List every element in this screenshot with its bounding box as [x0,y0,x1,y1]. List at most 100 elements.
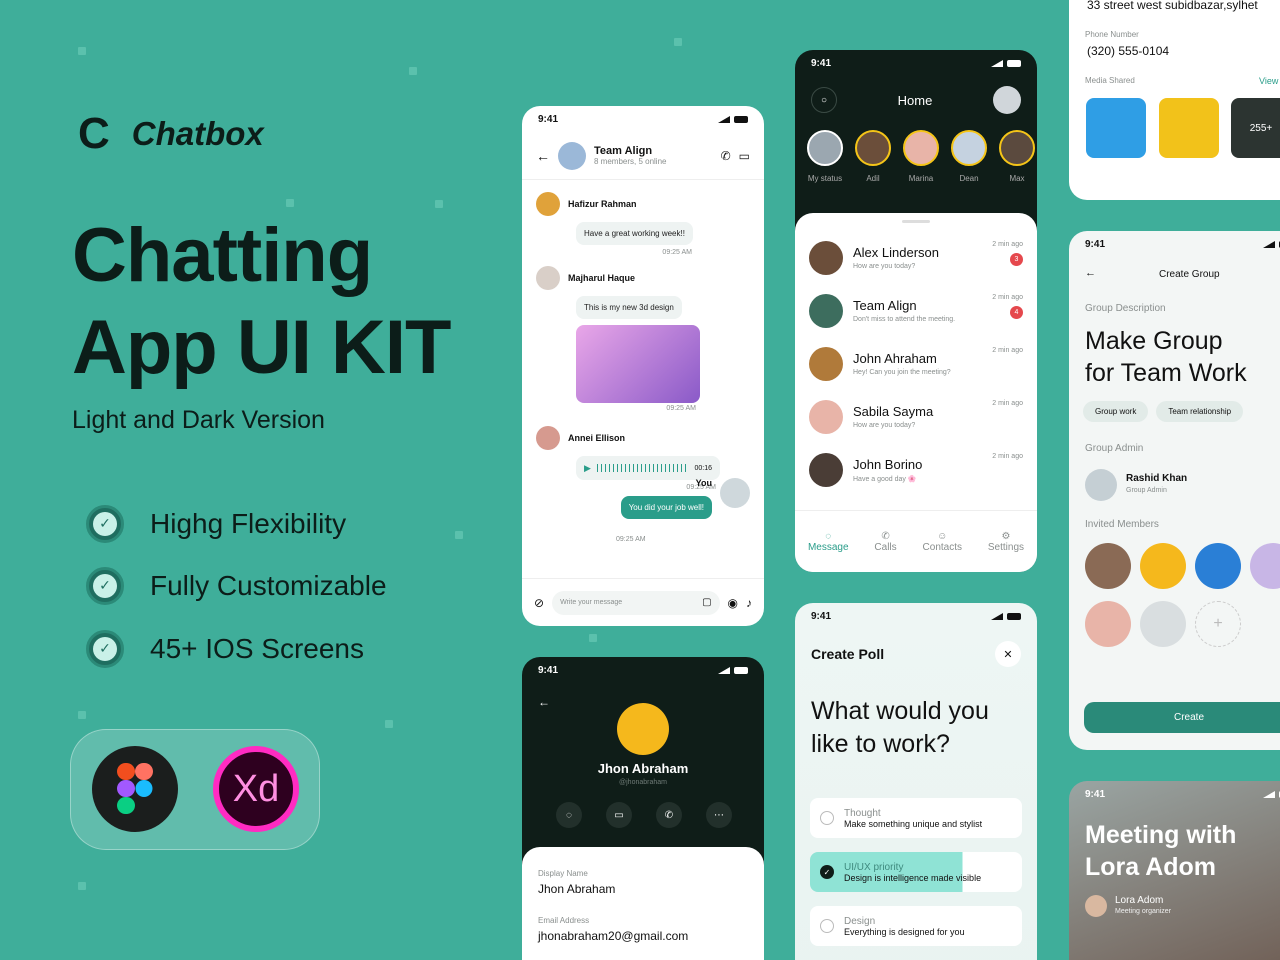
status-time: 9:41 [811,57,832,69]
meeting-title: Meeting with Lora Adom [1085,819,1236,883]
sticker-icon[interactable]: ▢ [702,597,711,608]
avatar [809,452,843,487]
chat-time: 2 min ago [992,241,1023,248]
brand-name: Chatbox [131,115,264,152]
story-item[interactable]: Max [999,130,1035,183]
search-icon[interactable]: ○ [811,87,837,113]
option-label: Thought [844,807,881,819]
back-arrow-icon[interactable]: ← [538,695,550,709]
back-arrow-icon[interactable]: ← [536,148,550,164]
play-icon[interactable]: ▶ [584,463,591,474]
message-icon[interactable]: ◌ [556,802,582,828]
poll-option-selected[interactable]: ✓ UI/UX priority Design is intelligence m… [810,852,1022,892]
voice-message[interactable]: ▶ 00:16 [576,456,720,480]
screen-title: Create Group [1159,269,1220,280]
contact-address: 33 street west subidbazar,sylhet [1087,0,1258,12]
chat-time: 2 min ago [992,347,1023,354]
poll-option[interactable]: Design Everything is designed for you [810,906,1022,946]
message-sender: Hafizur Rahman [568,199,637,209]
back-arrow-icon[interactable]: ← [1085,267,1096,279]
media-thumb[interactable] [1159,98,1219,158]
tab-message[interactable]: ◌ Message [808,531,849,553]
add-member-icon[interactable]: + [1195,601,1241,647]
feature-label: Fully Customizable [150,570,387,601]
story-item[interactable]: Adil [855,130,891,183]
phone-icon[interactable]: ✆ [656,802,682,828]
option-label: Design [844,915,876,927]
media-more[interactable]: 255+ [1231,98,1280,158]
brand-logo: C [78,109,110,158]
status-time: 9:41 [538,113,559,125]
message-time: 09:25 AM [662,249,692,256]
xd-icon: Xd [213,746,299,832]
status-bar: 9:41 [1069,231,1280,257]
member-avatar [1250,543,1280,589]
invited-label: Invited Members [1085,519,1159,530]
more-icon[interactable]: ⋯ [706,802,732,828]
tab-label: Settings [987,541,1025,553]
status-bar: 9:41 [522,106,764,132]
decor-dot [455,531,463,539]
create-button[interactable]: Create [1084,702,1280,733]
chat-row[interactable]: John Ahraham Hey! Can you join the meetin… [809,337,1023,390]
chat-time: 2 min ago [992,400,1023,407]
mic-icon[interactable]: ♪ [746,596,752,610]
avatar [809,240,843,275]
member-avatar [1085,543,1131,589]
poll-option[interactable]: Thought Make something unique and stylist [810,798,1022,838]
status-icons [991,59,1021,67]
avatar [951,130,987,166]
admin-label: Group Admin [1085,443,1144,454]
tab-calls[interactable]: ✆ Calls [874,531,896,553]
tab-contacts[interactable]: ☺ Contacts [923,531,962,553]
decor-dot [589,634,597,642]
shared-image[interactable] [576,325,700,403]
decor-dot [435,200,443,208]
status-bar: 9:41 [795,603,1037,629]
media-thumb[interactable] [1086,98,1146,158]
chat-row[interactable]: John Borino Have a good day 🌸 2 min ago [809,443,1023,496]
story-item[interactable]: Dean [951,130,987,183]
video-icon[interactable]: ▭ [739,149,750,163]
message-input[interactable]: Write your message [560,599,622,606]
attach-icon[interactable]: ⊘ [534,596,544,610]
chat-row[interactable]: Alex Linderson How are you today? 2 min ag… [809,231,1023,284]
story-label: Dean [959,174,979,183]
create-poll-screen: 9:41 Create Poll ✕ What would you like t… [795,603,1037,960]
avatar [536,266,560,290]
status-icons [1263,790,1280,798]
organizer-role: Meeting organizer [1115,908,1172,915]
status-time: 9:41 [1085,788,1106,800]
tag-chip[interactable]: Group work [1083,401,1149,422]
phone-value: (320) 555-0104 [1087,44,1170,58]
profile-name: Jhon Abraham [597,761,689,776]
tag-chip[interactable]: Team relationship [1156,401,1244,422]
phone-label: Phone Number [1085,30,1139,39]
story-item[interactable]: Marina [903,130,939,183]
close-icon[interactable]: ✕ [995,641,1021,667]
story-item[interactable]: My status [807,130,843,183]
avatar [999,130,1035,166]
chat-row[interactable]: Sabila Sayma How are you today? 2 min ago [809,390,1023,443]
status-icons [1263,240,1280,248]
user-avatar[interactable] [993,86,1021,114]
organizer-avatar [1085,895,1107,917]
chat-preview: How are you today? [853,422,916,429]
check-icon: ✓ [86,505,124,543]
message-time: 09:25 AM [616,536,646,543]
camera-icon[interactable]: ◉ [728,596,738,610]
decor-dot [409,67,417,75]
waveform [596,464,689,472]
phone-icon[interactable]: ✆ [721,149,731,163]
feature-item: ✓ 45+ IOS Screens [86,630,364,668]
home-title: Home [897,92,933,108]
video-icon[interactable]: ▭ [606,802,632,828]
status-bar: 9:41 [1069,781,1280,807]
chat-row[interactable]: Team Align Don't miss to attend the meeti… [809,284,1023,337]
tab-settings[interactable]: ⚙ Settings [988,531,1024,553]
view-all-link[interactable]: View [1259,76,1278,86]
status-bar: 9:41 [795,50,1037,76]
feature-item: ✓ Fully Customizable [86,567,387,605]
decor-dot [78,711,86,719]
group-heading-line: Make Group [1085,327,1223,355]
